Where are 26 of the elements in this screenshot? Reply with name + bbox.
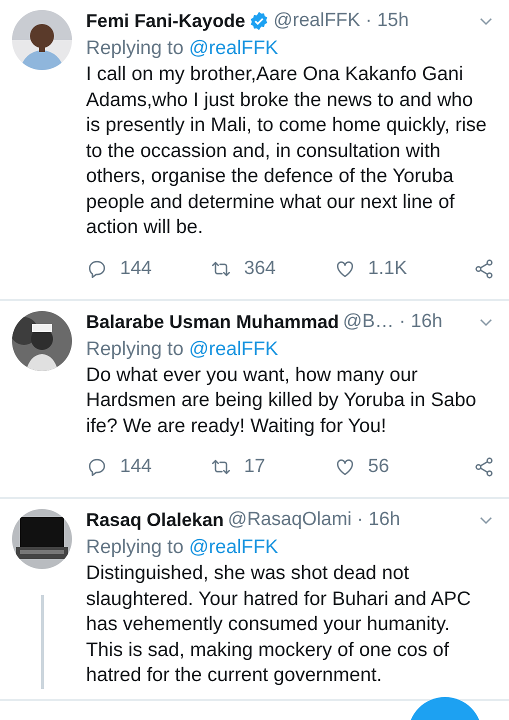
author-name: Balarabe Usman Muhammad [86, 310, 339, 332]
share-button[interactable] [473, 456, 495, 478]
handle-and-time: @B… · 16h [342, 310, 444, 332]
reply-handle-link[interactable]: @realFFK [188, 37, 278, 59]
replying-to-text: Replying to @realFFK [86, 36, 280, 61]
author-name: Femi Fani-Kayode [86, 10, 246, 32]
tweet-text: Do what ever you want, how many our Hardsmen are being killed by Yoruba in Sabo ife? We are ready! Waiting for You! [86, 362, 478, 438]
share-icon [473, 258, 495, 280]
replying-to-text: Replying to @realFFK [86, 336, 280, 362]
tweet-text: I call on my brother,Aare Ona Kakanfo Gani Adams,who I just broke the news to and who is presently in Mali, to come home quickly, rise to the occassion and, in consultation with others, organise the defence of the Yoruba people and determine what our next line of action will be. [86, 62, 488, 240]
author-name: Rasaq Olalekan [86, 509, 224, 531]
handle-and-time: @realFFK · 15h [273, 10, 410, 32]
reply-handle-link[interactable]: @realFFK [188, 536, 278, 558]
like-button[interactable]: 56 [334, 456, 458, 478]
reply-button[interactable]: 144 [86, 456, 210, 478]
handle-and-time: @RasaqOlami · 16h [228, 509, 402, 531]
replying-to-text: Replying to @realFFK [86, 535, 280, 560]
share-button[interactable] [473, 258, 495, 280]
like-button[interactable]: 1.1K [334, 258, 458, 280]
retweet-button[interactable]: 17 [210, 456, 334, 478]
share-icon [473, 456, 495, 478]
reply-button[interactable]: 144 [86, 258, 210, 280]
reply-handle-link[interactable]: @realFFK [188, 338, 278, 360]
tweet-text: Distinguished, she was shot dead not slaughtered. Your hatred for Buhari and APC has vehemently consumed your humanity. This is sad, making mockery of one cos of hatred for the current government. [86, 561, 472, 688]
reply-icon [86, 456, 108, 478]
retweet-button[interactable]: 364 [210, 258, 334, 280]
